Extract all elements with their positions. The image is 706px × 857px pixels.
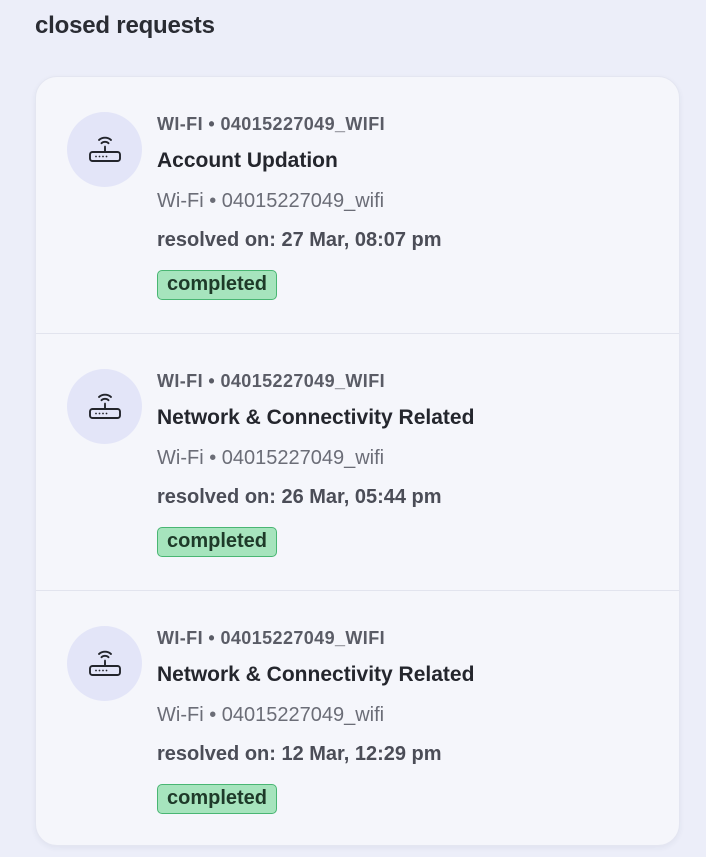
closed-requests-card: WI-FI • 04015227049_WIFI Account Updatio… [35, 76, 680, 846]
request-service-label: WI-FI • 04015227049_WIFI [157, 628, 385, 648]
request-subtitle: Wi-Fi • 04015227049_wifi [157, 447, 385, 469]
router-wifi-icon [67, 369, 142, 444]
section-title: closed requests [35, 12, 215, 39]
request-subtitle: Wi-Fi • 04015227049_wifi [157, 190, 385, 212]
status-badge: completed [157, 270, 278, 300]
router-wifi-icon [67, 112, 142, 187]
request-service-label: WI-FI • 04015227049_WIFI [157, 114, 385, 134]
request-service-label: WI-FI • 04015227049_WIFI [157, 371, 385, 391]
request-title: Account Updation [157, 149, 338, 172]
request-subtitle: Wi-Fi • 04015227049_wifi [157, 704, 385, 726]
request-title: Network & Connectivity Related [157, 406, 475, 429]
status-badge: completed [157, 784, 278, 814]
resolved-date: resolved on: 12 Mar, 12:29 pm [157, 743, 442, 765]
status-badge: completed [157, 527, 278, 557]
request-item-3[interactable]: WI-FI • 04015227049_WIFI Network & Conne… [36, 591, 679, 845]
request-item-2[interactable]: WI-FI • 04015227049_WIFI Network & Conne… [36, 334, 679, 591]
router-wifi-icon [67, 626, 142, 701]
request-title: Network & Connectivity Related [157, 663, 475, 686]
resolved-date: resolved on: 27 Mar, 08:07 pm [157, 229, 442, 251]
request-item-1[interactable]: WI-FI • 04015227049_WIFI Account Updatio… [36, 77, 679, 334]
resolved-date: resolved on: 26 Mar, 05:44 pm [157, 486, 442, 508]
